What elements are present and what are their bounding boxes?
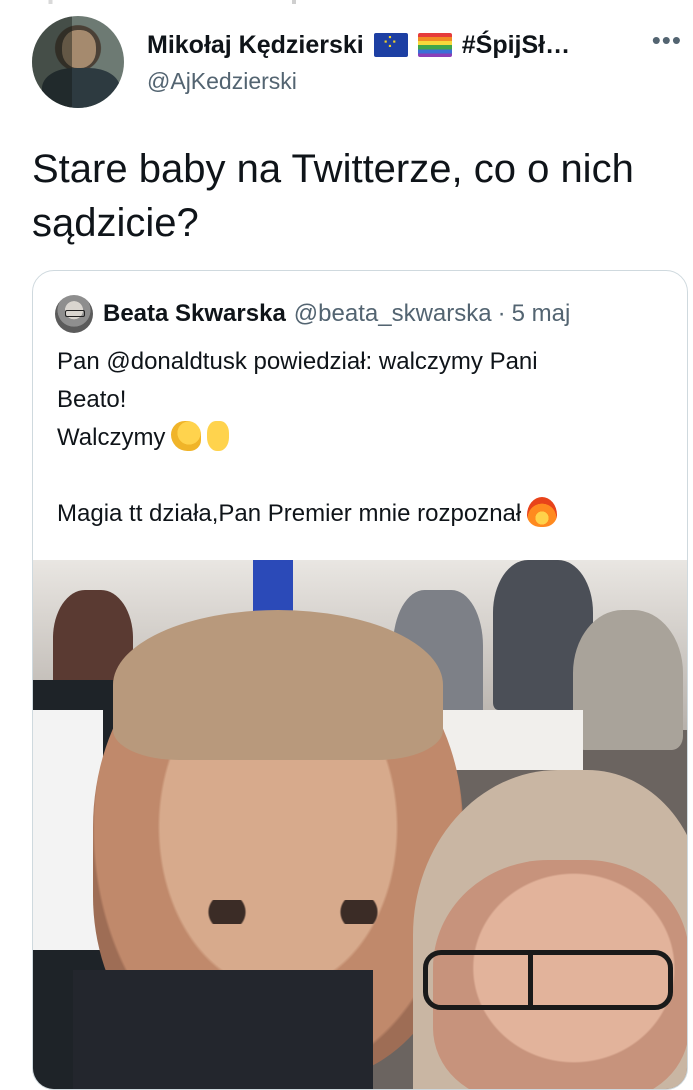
tweet-author-header: Mikołaj Kędzierski #ŚpijSł… @AjKedziersk…	[32, 16, 682, 112]
author-name-line[interactable]: Mikołaj Kędzierski #ŚpijSł…	[147, 28, 570, 62]
quoted-text-line: Walczymy	[57, 424, 166, 451]
author-avatar[interactable]	[32, 16, 124, 108]
separator-dot: ·	[497, 300, 506, 327]
quoted-author-avatar	[55, 295, 93, 333]
author-display-name[interactable]: Mikołaj Kędzierski	[147, 31, 364, 60]
quoted-tweet-text: Pan @donaldtusk powiedział: walczymy Pan…	[57, 343, 667, 533]
quoted-author-handle: @beata_skwarska	[293, 300, 492, 327]
previous-content-edge	[0, 0, 693, 6]
quoted-tweet-header: Beata Skwarska @beata_skwarska · 5 maj	[55, 295, 570, 333]
flexed-biceps-emoji-icon	[171, 421, 202, 451]
quoted-tweet-photo[interactable]	[33, 560, 687, 1089]
quoted-text-line: Pan @donaldtusk powiedział: walczymy Pan…	[57, 348, 538, 375]
quoted-text-line-emoji: Walczymy	[57, 419, 667, 457]
eu-flag-icon	[373, 31, 408, 57]
more-options-icon[interactable]: •••	[652, 27, 682, 53]
quoted-tweet-card[interactable]: Beata Skwarska @beata_skwarska · 5 maj P…	[32, 270, 688, 1090]
author-handle[interactable]: @AjKedzierski	[147, 68, 297, 95]
quoted-author-name: Beata Skwarska	[103, 300, 286, 327]
author-name-tag: #ŚpijSł…	[461, 30, 571, 59]
quoted-text-line: Magia tt działa,Pan Premier mnie rozpozn…	[57, 500, 522, 527]
tweet-text: Stare baby na Twitterze, co o nich sądzi…	[32, 147, 634, 245]
victory-hand-emoji-icon	[207, 421, 230, 451]
quoted-text-line: Beato!	[57, 386, 127, 413]
quoted-tweet-time: 5 maj	[511, 300, 571, 327]
rainbow-flag-icon	[417, 33, 452, 57]
quoted-text-line-emoji: Magia tt działa,Pan Premier mnie rozpozn…	[57, 495, 667, 533]
fire-emoji-icon	[527, 497, 558, 527]
quoted-text-line	[57, 457, 667, 495]
